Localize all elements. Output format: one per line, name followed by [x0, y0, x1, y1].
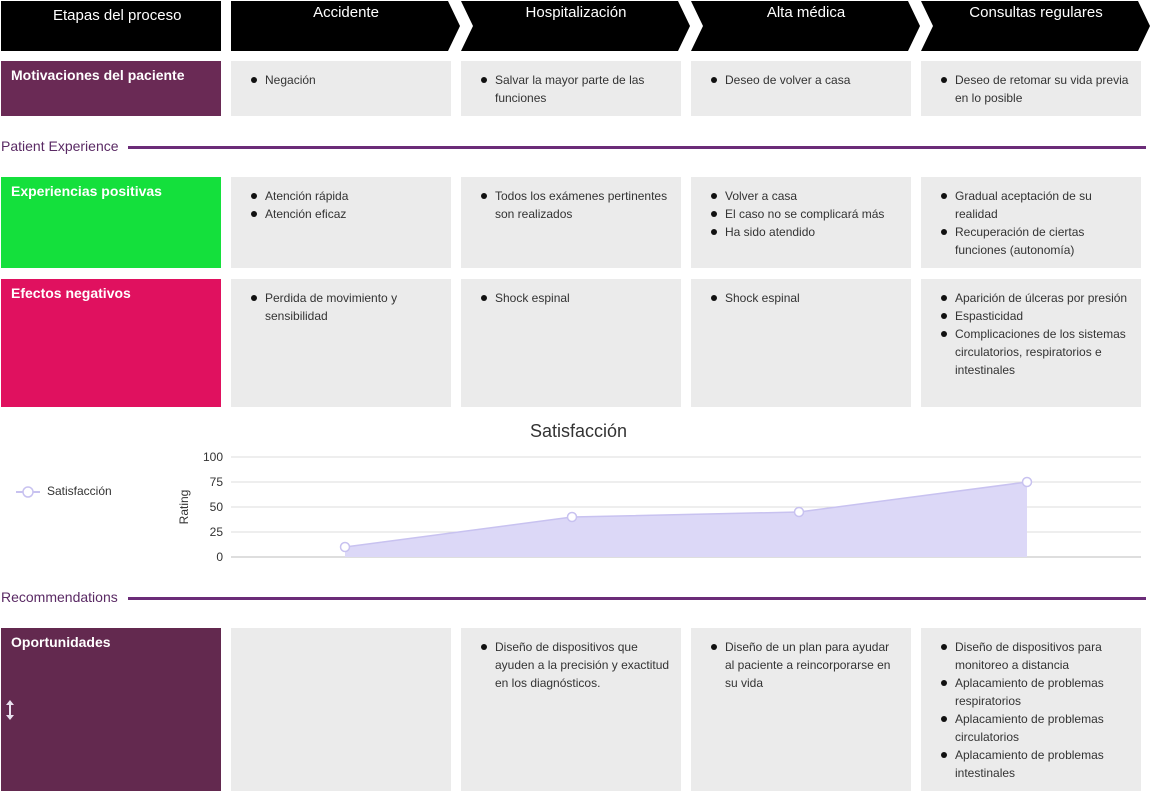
- bullet-item: Diseño de dispositivos que ayuden a la p…: [481, 638, 671, 692]
- series-area: [345, 482, 1027, 557]
- bullet-list: Diseño de un plan para ayudar al pacient…: [711, 638, 901, 692]
- section-title-recommendations: Recommendations: [1, 589, 118, 605]
- bullet-list: Diseño de dispositivos que ayuden a la p…: [481, 638, 671, 692]
- opportunities-cell: Diseño de dispositivos para monitoreo a …: [921, 628, 1141, 791]
- y-tick-label: 100: [203, 450, 223, 464]
- data-point: [1021, 476, 1033, 488]
- opportunities-cell: [231, 628, 451, 791]
- bullet-item: Diseño de un plan para ayudar al pacient…: [711, 638, 901, 692]
- y-tick-label: 75: [210, 475, 224, 489]
- y-tick-label: 25: [210, 525, 224, 539]
- bullet-item: Aplacamiento de problemas circulatorios: [941, 710, 1131, 746]
- y-tick-label: 0: [216, 550, 223, 564]
- data-point: [339, 541, 351, 553]
- section-divider: [128, 597, 1146, 600]
- row-label-text: Oportunidades: [11, 634, 111, 650]
- bullet-item: Diseño de dispositivos para monitoreo a …: [941, 638, 1131, 674]
- data-point: [566, 511, 578, 523]
- vertical-resize-icon[interactable]: [5, 699, 15, 721]
- row-label-opportunities: Oportunidades: [1, 628, 221, 791]
- bullet-item: Aplacamiento de problemas respiratorios: [941, 674, 1131, 710]
- bullet-item: Aplacamiento de problemas intestinales: [941, 746, 1131, 782]
- data-point: [793, 506, 805, 518]
- y-tick-label: 50: [210, 500, 224, 514]
- opportunities-cell: Diseño de un plan para ayudar al pacient…: [691, 628, 911, 791]
- bullet-list: Diseño de dispositivos para monitoreo a …: [941, 638, 1131, 782]
- opportunities-cell: Diseño de dispositivos que ayuden a la p…: [461, 628, 681, 791]
